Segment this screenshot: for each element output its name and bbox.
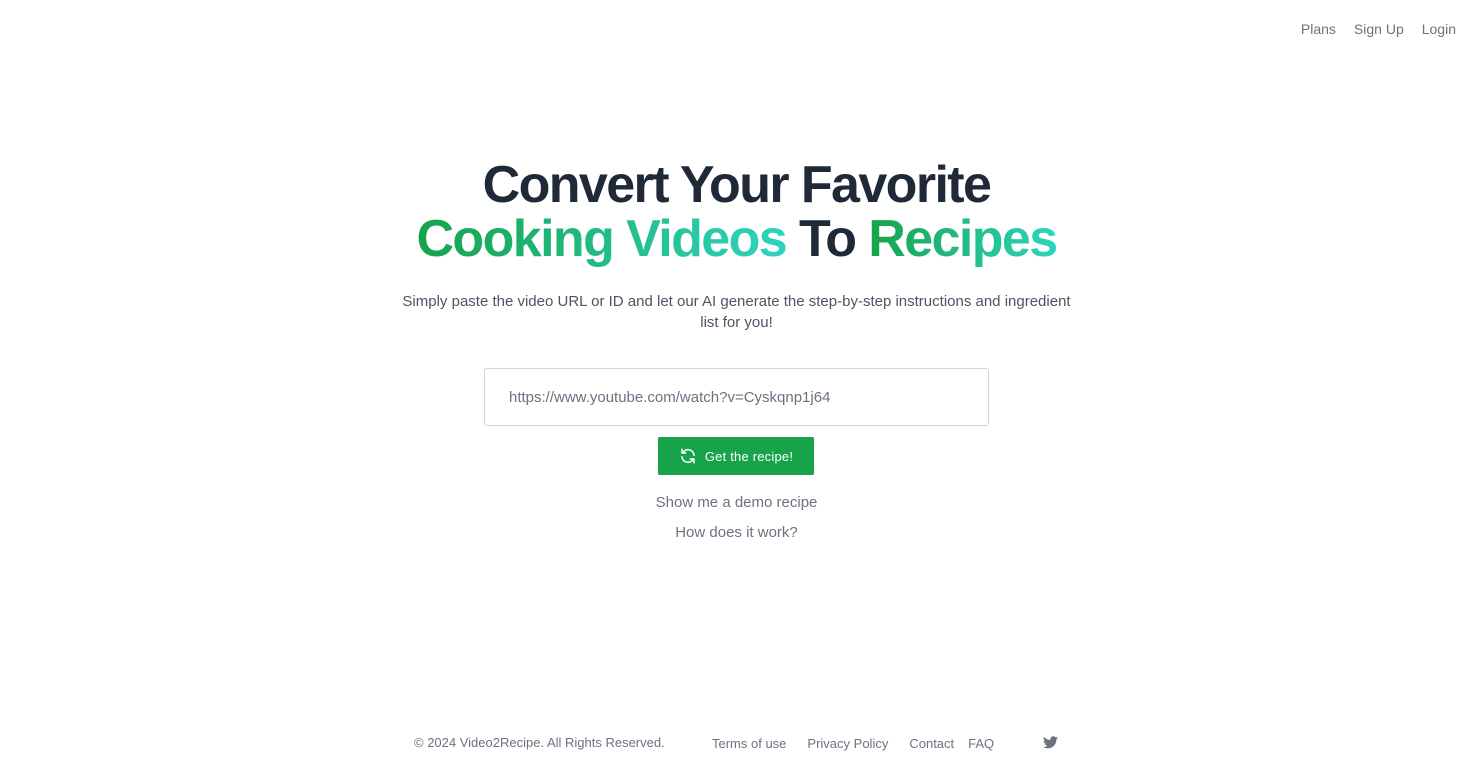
video-url-field[interactable] bbox=[484, 368, 989, 426]
demo-recipe-row: Show me a demo recipe bbox=[0, 494, 1473, 511]
footer-privacy-link[interactable]: Privacy Policy bbox=[807, 736, 888, 751]
footer-faq-link[interactable]: FAQ bbox=[968, 736, 994, 751]
headline-highlight-cooking-videos: Cooking Videos bbox=[416, 210, 787, 268]
hero-subtitle: Simply paste the video URL or ID and let… bbox=[402, 293, 1071, 331]
refresh-icon bbox=[679, 447, 697, 465]
footer-links: Terms of use Privacy Policy Contact FAQ bbox=[712, 736, 1015, 751]
video-url-input[interactable] bbox=[509, 388, 988, 406]
get-recipe-label: Get the recipe! bbox=[704, 448, 794, 464]
how-it-works-link[interactable]: How does it work? bbox=[675, 524, 798, 541]
nav-sign-up-link[interactable]: Sign Up bbox=[1354, 19, 1404, 39]
demo-recipe-link[interactable]: Show me a demo recipe bbox=[656, 494, 818, 511]
headline-line-1: Convert Your Favorite bbox=[482, 156, 992, 214]
headline-to: To bbox=[798, 210, 857, 268]
page-title: Convert Your Favorite Cooking Videos To … bbox=[0, 158, 1473, 266]
footer-contact-link[interactable]: Contact bbox=[909, 736, 954, 751]
headline-line-2: Cooking Videos To Recipes bbox=[0, 212, 1473, 266]
get-recipe-button[interactable]: Get the recipe! bbox=[658, 437, 814, 475]
nav-plans-link[interactable]: Plans bbox=[1301, 19, 1336, 39]
nav-login-link[interactable]: Login bbox=[1422, 19, 1456, 39]
hero-section: Convert Your Favorite Cooking Videos To … bbox=[0, 158, 1473, 333]
top-nav: Plans Sign Up Login bbox=[1283, 19, 1456, 39]
footer: © 2024 Video2Recipe. All Rights Reserved… bbox=[0, 735, 1473, 755]
headline-highlight-recipes: Recipes bbox=[868, 210, 1058, 268]
how-it-works-row: How does it work? bbox=[0, 524, 1473, 541]
twitter-icon[interactable] bbox=[1043, 736, 1058, 749]
footer-copyright: © 2024 Video2Recipe. All Rights Reserved… bbox=[414, 735, 665, 750]
footer-terms-link[interactable]: Terms of use bbox=[712, 736, 786, 751]
